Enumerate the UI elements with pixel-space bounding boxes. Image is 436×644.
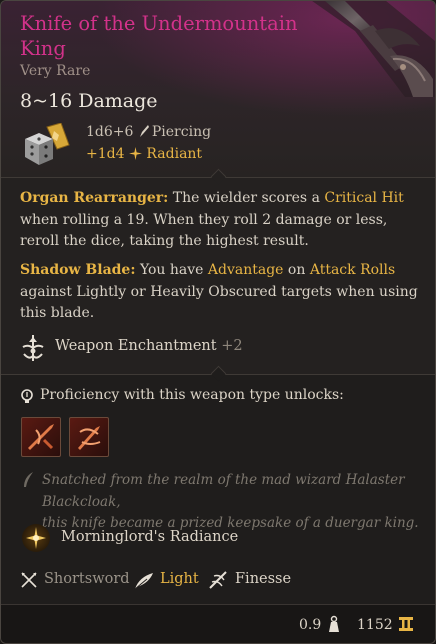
item-rarity: Very Rare xyxy=(20,63,91,79)
passive-text: The wielder scores a xyxy=(172,190,325,206)
keyword-advantage[interactable]: Advantage xyxy=(208,262,284,278)
passive-text: on xyxy=(283,262,310,278)
damage-range: 8~16 Damage xyxy=(20,90,158,112)
bonus-damage: +1d4 Radiant xyxy=(86,146,202,162)
passive-organ-rearranger: Organ Rearranger: The wielder scores a C… xyxy=(20,188,420,253)
flavor-line: Snatched from the realm of the mad wizar… xyxy=(42,472,405,510)
base-damage-dice: 1d6+6 xyxy=(86,124,134,140)
passive-text: against Lightly or Heavily Obscured targ… xyxy=(20,283,418,300)
piercing-strike-icon xyxy=(28,424,54,450)
item-weight: 0.9 xyxy=(299,617,322,633)
item-tooltip: Knife of the Undermountain King Very Rar… xyxy=(0,0,436,644)
finesse-icon xyxy=(209,571,227,589)
weapon-enchantment-icon xyxy=(22,335,44,361)
passive-name: Organ Rearranger: xyxy=(20,190,169,206)
passive-name: Shadow Blade: xyxy=(20,262,136,278)
passive-shadow-blade: Shadow Blade: You have Advantage on Atta… xyxy=(20,260,420,325)
item-value: 1152 xyxy=(357,617,393,633)
keyword-critical-hit[interactable]: Critical Hit xyxy=(324,190,403,206)
weapon-enchantment[interactable]: Weapon Enchantment +2 xyxy=(55,338,243,354)
action-flourish[interactable] xyxy=(69,417,109,457)
bonus-damage-dice: +1d4 xyxy=(86,146,125,162)
passive-text: You have xyxy=(139,262,208,278)
quill-icon xyxy=(24,472,33,487)
piercing-icon xyxy=(139,125,149,137)
proficiency-label: Proficiency with this weapon type unlock… xyxy=(40,387,344,403)
tooltip-footer: 0.9 1152 xyxy=(1,604,435,643)
action-piercing-strike[interactable] xyxy=(21,417,61,457)
item-name-line2: King xyxy=(20,37,66,60)
tooltip-header: Knife of the Undermountain King Very Rar… xyxy=(1,1,435,177)
passive-text: reroll the dice, taking the highest resu… xyxy=(20,233,309,249)
passive-text: when rolling a 19. When they roll 2 dama… xyxy=(20,211,388,228)
weight-icon xyxy=(329,615,339,632)
property-shortsword[interactable]: Shortsword xyxy=(44,571,130,587)
gold-icon xyxy=(399,617,413,631)
keyword-attack-rolls[interactable]: Attack Rolls xyxy=(310,262,395,278)
item-name-line1: Knife of the Undermountain xyxy=(20,12,298,35)
flavor-text: Snatched from the realm of the mad wizar… xyxy=(42,470,422,535)
enchantment-label: Weapon Enchantment xyxy=(55,338,217,354)
lightbulb-icon xyxy=(21,389,33,403)
item-name: Knife of the Undermountain King xyxy=(20,11,310,61)
enchantment-value: +2 xyxy=(221,338,243,354)
feather-icon xyxy=(134,573,153,590)
property-light[interactable]: Light xyxy=(160,571,199,587)
base-damage: 1d6+6 Piercing xyxy=(86,124,211,140)
bonus-damage-type: Radiant xyxy=(146,146,203,162)
passive-text: this blade. xyxy=(20,305,95,321)
flourish-icon xyxy=(78,426,101,450)
spell-morninglords-radiance[interactable]: Morninglord's Radiance xyxy=(61,529,238,545)
crossed-swords-icon xyxy=(21,572,37,588)
dice-icon xyxy=(25,123,70,165)
base-damage-type: Piercing xyxy=(151,124,212,140)
radiant-icon xyxy=(128,147,142,160)
sun-icon xyxy=(26,527,46,549)
spell-icon-frame xyxy=(22,524,50,552)
property-finesse[interactable]: Finesse xyxy=(235,571,291,587)
